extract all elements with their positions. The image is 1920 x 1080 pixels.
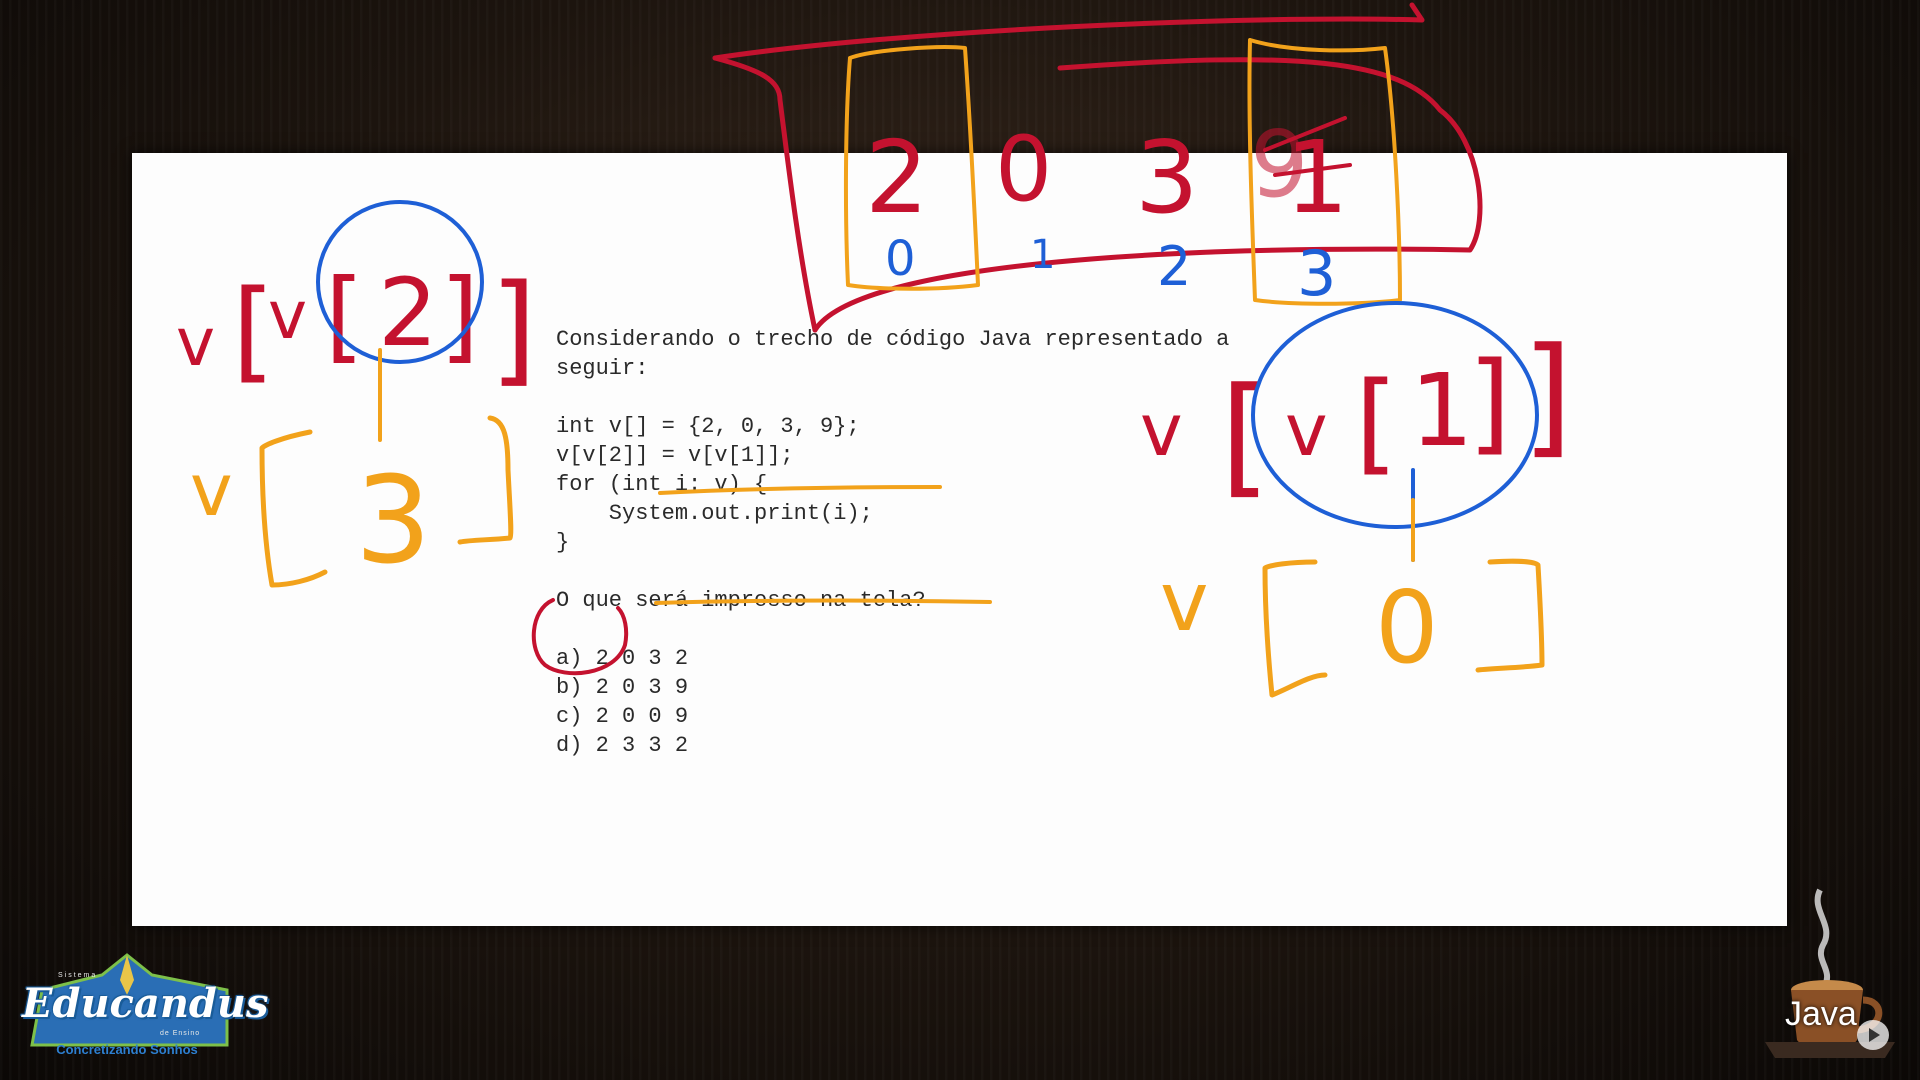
expr-token: v	[1160, 555, 1209, 650]
expr-token: 2	[378, 259, 438, 368]
handwritten-annotations: 2 0 3 9 1 0 1 2 3 v [ v [ 2 ] ] v 3 v [ …	[176, 2, 1573, 698]
orange-bracket-close	[1475, 558, 1545, 673]
logo-top-text: Sistema	[58, 972, 98, 979]
array-index: 0	[885, 231, 916, 287]
expr-token: v	[268, 277, 307, 354]
coffee-cup-icon	[1765, 888, 1895, 1058]
array-value: 0	[995, 117, 1052, 222]
orange-bracket-open	[1262, 559, 1328, 698]
logo-tagline: Concretizando Sonhos	[56, 1042, 198, 1057]
educandus-logo: Sistema Educandus de Ensino Concretizand…	[22, 950, 269, 1065]
expr-token: [	[1220, 359, 1271, 511]
expr-token: 1	[1410, 352, 1474, 469]
expr-token: 3	[355, 452, 431, 591]
array-value: 2	[865, 119, 929, 236]
logo-name: Educandus	[22, 980, 269, 1027]
underline-for-loop	[658, 485, 942, 495]
expr-token: v	[176, 304, 215, 381]
expr-token: [	[325, 257, 364, 374]
array-frame-stroke	[712, 55, 818, 333]
expr-token: [	[1355, 358, 1398, 486]
array-index: 1	[1030, 232, 1055, 278]
orange-bracket-open	[259, 429, 328, 588]
array-index: 2	[1157, 235, 1191, 298]
expr-token: ]	[1468, 338, 1511, 466]
expr-token: v	[190, 448, 233, 532]
expr-token: v	[1285, 388, 1328, 472]
array-index: 3	[1297, 237, 1336, 310]
logo-small-text: de Ensino	[160, 1030, 201, 1037]
java-label: Java	[1785, 995, 1857, 1033]
array-value: 3	[1135, 119, 1199, 236]
expr-token: ]	[490, 260, 537, 399]
answer-mark-circle	[531, 598, 629, 676]
orange-bracket-close	[457, 415, 514, 545]
java-badge: Java	[1745, 870, 1915, 1070]
play-icon[interactable]	[1857, 1020, 1889, 1050]
underline-question	[654, 598, 992, 605]
expr-token: v	[1140, 388, 1183, 472]
expr-token: 0	[1375, 569, 1439, 686]
